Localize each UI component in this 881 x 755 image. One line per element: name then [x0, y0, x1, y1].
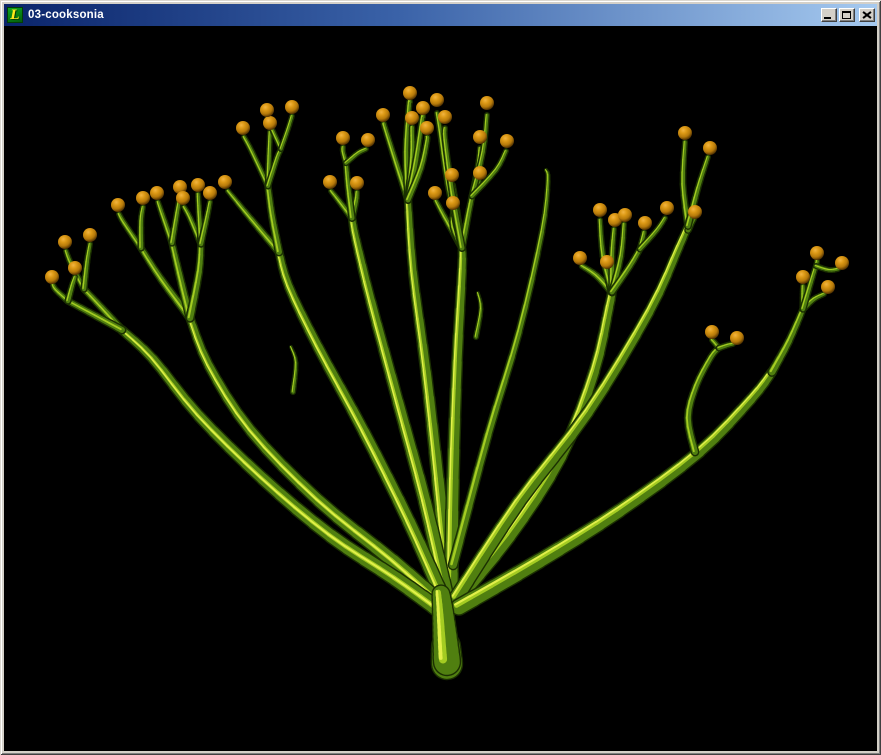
close-button[interactable]: [859, 8, 875, 22]
maximize-button[interactable]: [839, 8, 855, 22]
render-viewport[interactable]: [4, 26, 877, 751]
minimize-button[interactable]: [821, 8, 837, 22]
window-controls: [819, 8, 875, 22]
close-icon: [862, 11, 872, 19]
lstudio-app-icon: L: [7, 7, 23, 23]
title-bar[interactable]: L 03-cooksonia: [4, 4, 877, 26]
app-window: L 03-cooksonia: [0, 0, 881, 755]
app-icon-letter: L: [10, 9, 19, 22]
plant-svg: [4, 26, 877, 751]
maximize-icon: [842, 11, 851, 19]
window-title: 03-cooksonia: [28, 9, 819, 21]
minimize-icon: [824, 17, 831, 19]
